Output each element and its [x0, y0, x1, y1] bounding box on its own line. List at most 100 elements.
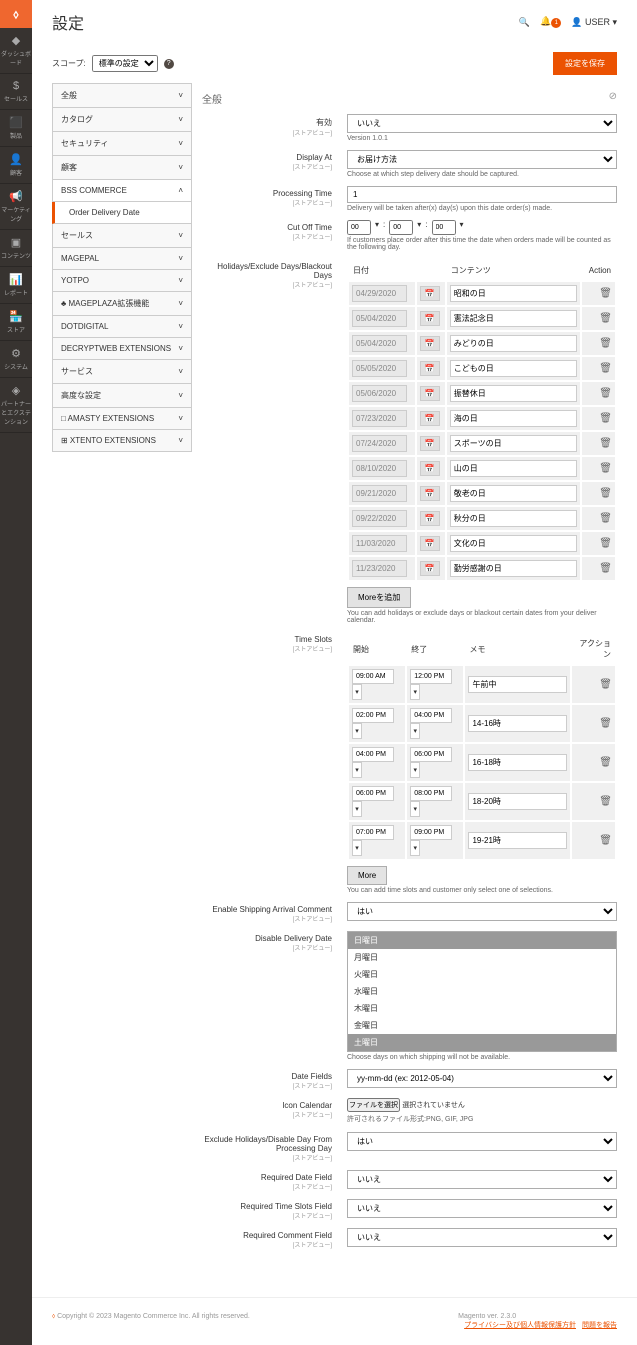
slot-start-input[interactable]: [352, 747, 394, 762]
slot-end-input[interactable]: [410, 786, 452, 801]
sidebar-item[interactable]: $セールス: [0, 74, 32, 110]
cutoff-sec[interactable]: [432, 220, 456, 235]
req-slots-select[interactable]: いいえ: [347, 1199, 617, 1218]
dropdown-icon[interactable]: ▾: [410, 762, 420, 778]
disable-days-list[interactable]: 日曜日月曜日火曜日水曜日木曜日金曜日土曜日: [347, 931, 617, 1052]
sidebar-item[interactable]: 👤顧客: [0, 147, 32, 184]
dropdown-icon[interactable]: ▾: [410, 723, 420, 739]
privacy-link[interactable]: プライバシー及び個人情報保護方針: [464, 1322, 576, 1329]
holiday-content-input[interactable]: [450, 310, 578, 327]
file-choose-button[interactable]: ファイルを選択: [347, 1098, 400, 1112]
calendar-icon[interactable]: 📅: [420, 361, 440, 376]
delete-icon[interactable]: 🗑: [599, 288, 612, 299]
processing-time-input[interactable]: [347, 186, 617, 203]
holiday-content-input[interactable]: [450, 510, 578, 527]
delete-icon[interactable]: 🗑: [599, 538, 612, 549]
dropdown-icon[interactable]: ▾: [352, 684, 362, 700]
dropdown-icon[interactable]: ▾: [352, 762, 362, 778]
delete-icon[interactable]: 🗑: [599, 563, 612, 574]
sidebar-item[interactable]: ⬛製品: [0, 110, 32, 147]
holiday-date-input[interactable]: [352, 360, 407, 377]
report-link[interactable]: 問題を報告: [582, 1322, 617, 1329]
delete-icon[interactable]: 🗑: [599, 718, 612, 729]
nav-section[interactable]: セキュリティ˅: [52, 132, 192, 156]
dropdown-icon[interactable]: ▾: [352, 723, 362, 739]
slot-start-input[interactable]: [352, 825, 394, 840]
dropdown-icon[interactable]: ▾: [410, 801, 420, 817]
nav-section[interactable]: ♣ MAGEPLAZA拡張機能˅: [52, 292, 192, 316]
sidebar-item[interactable]: 🏪ストア: [0, 304, 32, 341]
dropdown-icon[interactable]: ▾: [410, 684, 420, 700]
slot-end-input[interactable]: [410, 825, 452, 840]
delete-icon[interactable]: 🗑: [599, 413, 612, 424]
nav-section[interactable]: 全般˅: [52, 83, 192, 108]
nav-section[interactable]: 高度な設定˅: [52, 384, 192, 408]
holiday-content-input[interactable]: [450, 410, 578, 427]
scope-help-icon[interactable]: ?: [164, 59, 174, 69]
day-option[interactable]: 金曜日: [348, 1017, 616, 1034]
holiday-content-input[interactable]: [450, 360, 578, 377]
calendar-icon[interactable]: 📅: [420, 411, 440, 426]
date-fields-select[interactable]: yy-mm-dd (ex: 2012-05-04): [347, 1069, 617, 1088]
sidebar-item[interactable]: 📊レポート: [0, 267, 32, 304]
delete-icon[interactable]: 🗑: [599, 757, 612, 768]
timeslots-more-button[interactable]: More: [347, 866, 387, 885]
slot-end-input[interactable]: [410, 708, 452, 723]
delete-icon[interactable]: 🗑: [599, 463, 612, 474]
calendar-icon[interactable]: 📅: [420, 486, 440, 501]
calendar-icon[interactable]: 📅: [420, 461, 440, 476]
slot-note-input[interactable]: [468, 676, 567, 693]
req-date-select[interactable]: いいえ: [347, 1170, 617, 1189]
holiday-content-input[interactable]: [450, 460, 578, 477]
holiday-content-input[interactable]: [450, 535, 578, 552]
nav-section[interactable]: □ AMASTY EXTENSIONS˅: [52, 408, 192, 430]
slot-note-input[interactable]: [468, 793, 567, 810]
magento-logo[interactable]: ⬨: [0, 0, 32, 28]
day-option[interactable]: 土曜日: [348, 1034, 616, 1051]
sidebar-item[interactable]: 📢マーケティング: [0, 184, 32, 230]
slot-end-input[interactable]: [410, 747, 452, 762]
delete-icon[interactable]: 🗑: [599, 338, 612, 349]
holiday-date-input[interactable]: [352, 435, 407, 452]
nav-section[interactable]: ⊞ XTENTO EXTENSIONS˅: [52, 430, 192, 452]
user-menu[interactable]: 👤 USER ▾: [571, 17, 617, 28]
dropdown-icon[interactable]: ▾: [352, 840, 362, 856]
holiday-date-input[interactable]: [352, 560, 407, 577]
sidebar-item[interactable]: ⚙システム: [0, 341, 32, 378]
nav-section[interactable]: MAGEPAL˅: [52, 248, 192, 270]
slot-start-input[interactable]: [352, 786, 394, 801]
slot-end-input[interactable]: [410, 669, 452, 684]
delete-icon[interactable]: 🗑: [599, 835, 612, 846]
day-option[interactable]: 月曜日: [348, 949, 616, 966]
dropdown-icon[interactable]: ▾: [352, 801, 362, 817]
holiday-date-input[interactable]: [352, 485, 407, 502]
slot-note-input[interactable]: [468, 832, 567, 849]
cutoff-hour[interactable]: [347, 220, 371, 235]
display-at-select[interactable]: お届け方法: [347, 150, 617, 169]
day-option[interactable]: 日曜日: [348, 932, 616, 949]
holiday-date-input[interactable]: [352, 535, 407, 552]
delete-icon[interactable]: 🗑: [599, 679, 612, 690]
nav-section[interactable]: 顧客˅: [52, 156, 192, 180]
delete-icon[interactable]: 🗑: [599, 438, 612, 449]
holiday-date-input[interactable]: [352, 335, 407, 352]
sidebar-item[interactable]: ▣コンテンツ: [0, 230, 32, 267]
holidays-more-button[interactable]: Moreを追加: [347, 587, 411, 608]
sidebar-item[interactable]: ◈パートナーとエクステンション: [0, 378, 32, 433]
slot-note-input[interactable]: [468, 715, 567, 732]
calendar-icon[interactable]: 📅: [420, 561, 440, 576]
holiday-date-input[interactable]: [352, 510, 407, 527]
nav-section[interactable]: DECRYPTWEB EXTENSIONS˅: [52, 338, 192, 360]
search-icon[interactable]: 🔍: [519, 17, 530, 28]
holiday-date-input[interactable]: [352, 310, 407, 327]
delete-icon[interactable]: 🗑: [599, 513, 612, 524]
holiday-date-input[interactable]: [352, 410, 407, 427]
enabled-select[interactable]: いいえ: [347, 114, 617, 133]
nav-section[interactable]: セールス˅: [52, 224, 192, 248]
shipping-comment-select[interactable]: はい: [347, 902, 617, 921]
delete-icon[interactable]: 🗑: [599, 363, 612, 374]
nav-sub-item[interactable]: Order Delivery Date: [52, 202, 192, 224]
req-comment-select[interactable]: いいえ: [347, 1228, 617, 1247]
holiday-date-input[interactable]: [352, 460, 407, 477]
day-option[interactable]: 水曜日: [348, 983, 616, 1000]
